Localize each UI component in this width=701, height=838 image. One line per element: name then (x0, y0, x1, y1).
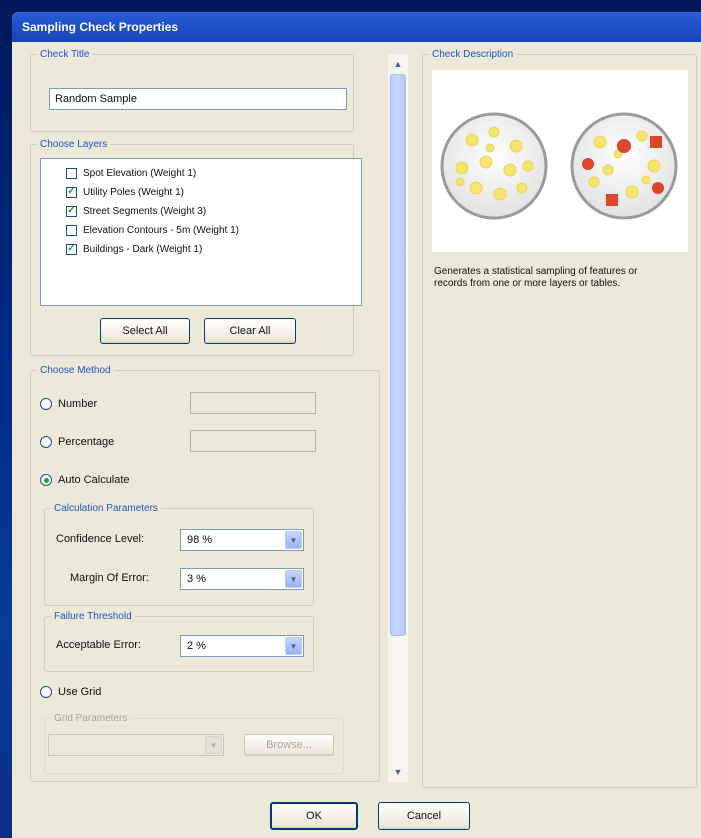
auto-calculate-label: Auto Calculate (58, 474, 130, 486)
acceptable-error-value: 2 % (187, 640, 206, 652)
layer-checkbox[interactable] (66, 224, 77, 236)
layer-item[interactable]: ✓ Street Segments (Weight 3) (66, 203, 206, 219)
scroll-down-icon[interactable]: ▼ (388, 764, 408, 780)
check-icon: ✓ (67, 205, 76, 216)
sampling-circles-icon (440, 112, 678, 220)
grid-layer-select[interactable]: ▼ (48, 734, 224, 756)
number-radio[interactable]: Number (40, 398, 97, 410)
margin-of-error-value: 3 % (187, 573, 206, 585)
check-icon: ✓ (67, 243, 76, 254)
calculation-parameters-label: Calculation Parameters (51, 502, 161, 515)
cancel-button[interactable]: Cancel (378, 802, 470, 830)
scroll-thumb[interactable] (390, 74, 406, 636)
layer-checkbox[interactable] (66, 167, 77, 179)
clear-all-button[interactable]: Clear All (204, 318, 296, 344)
layer-item[interactable]: ✓ Utility Poles (Weight 1) (66, 184, 184, 200)
chevron-down-icon[interactable]: ▼ (285, 531, 302, 549)
layers-listbox[interactable]: Spot Elevation (Weight 1) ✓ Utility Pole… (40, 158, 362, 306)
acceptable-error-label: Acceptable Error: (56, 639, 141, 651)
layer-item[interactable]: Spot Elevation (Weight 1) (66, 165, 196, 181)
sampling-check-dialog: Sampling Check Properties Check Title Ra… (12, 12, 701, 838)
scroll-up-icon[interactable]: ▲ (388, 56, 408, 72)
layer-label: Spot Elevation (Weight 1) (83, 167, 197, 179)
confidence-level-value: 98 % (187, 534, 213, 546)
radio-button-selected[interactable] (40, 474, 52, 486)
margin-of-error-label: Margin Of Error: (70, 572, 149, 584)
percentage-label: Percentage (58, 436, 115, 448)
layer-checkbox[interactable]: ✓ (66, 243, 77, 255)
select-all-button[interactable]: Select All (100, 318, 190, 344)
confidence-level-select[interactable]: 98 % ▼ (180, 529, 304, 551)
check-description-text: Generates a statistical sampling of feat… (434, 266, 638, 289)
choose-layers-label: Choose Layers (37, 138, 111, 151)
calculation-parameters-group: Calculation Parameters (44, 502, 314, 606)
radio-button[interactable] (40, 436, 52, 448)
number-label: Number (58, 398, 98, 410)
check-title-input[interactable]: Random Sample (49, 88, 347, 110)
chevron-down-icon[interactable]: ▼ (285, 570, 302, 588)
sampling-illustration (432, 70, 688, 252)
use-grid-label: Use Grid (58, 686, 102, 698)
layer-label: Elevation Contours - 5m (Weight 1) (83, 224, 239, 236)
percentage-input[interactable] (190, 430, 316, 452)
chevron-down-icon[interactable]: ▼ (205, 736, 222, 754)
chevron-down-icon[interactable]: ▼ (285, 637, 302, 655)
failure-threshold-label: Failure Threshold (51, 610, 135, 623)
vertical-scrollbar[interactable]: ▲ ▼ (388, 54, 408, 782)
percentage-radio[interactable]: Percentage (40, 436, 114, 448)
layer-label: Buildings - Dark (Weight 1) (83, 243, 203, 255)
auto-calculate-radio[interactable]: Auto Calculate (40, 474, 130, 486)
use-grid-radio[interactable]: Use Grid (40, 686, 101, 698)
layer-checkbox[interactable]: ✓ (66, 205, 77, 217)
check-icon: ✓ (67, 186, 76, 197)
radio-button[interactable] (40, 398, 52, 410)
check-title-label: Check Title (37, 48, 93, 61)
window-title: Sampling Check Properties (12, 12, 701, 42)
layer-label: Street Segments (Weight 3) (83, 205, 207, 217)
browse-button[interactable]: Browse... (244, 734, 334, 756)
ok-button[interactable]: OK (270, 802, 358, 830)
radio-button[interactable] (40, 686, 52, 698)
layer-checkbox[interactable]: ✓ (66, 186, 77, 198)
grid-parameters-label: Grid Parameters (51, 712, 131, 725)
choose-method-label: Choose Method (37, 364, 114, 377)
confidence-level-label: Confidence Level: (56, 533, 145, 545)
check-description-label: Check Description (429, 48, 517, 61)
margin-of-error-select[interactable]: 3 % ▼ (180, 568, 304, 590)
number-input[interactable] (190, 392, 316, 414)
layer-item[interactable]: Elevation Contours - 5m (Weight 1) (66, 222, 239, 238)
layer-label: Utility Poles (Weight 1) (83, 186, 184, 198)
layer-item[interactable]: ✓ Buildings - Dark (Weight 1) (66, 241, 202, 257)
acceptable-error-select[interactable]: 2 % ▼ (180, 635, 304, 657)
